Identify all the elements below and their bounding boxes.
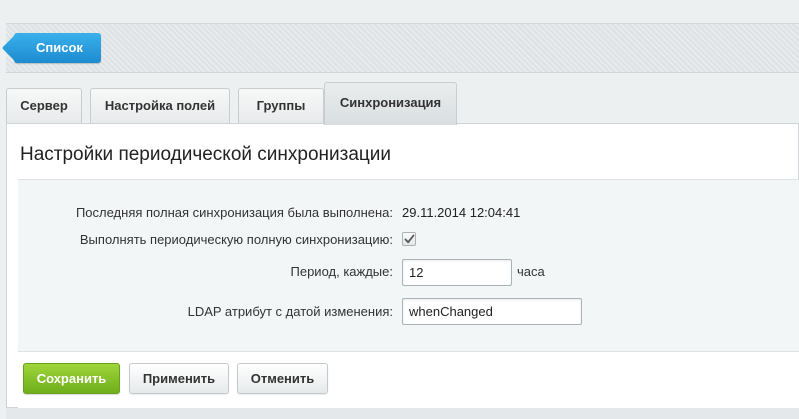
toolbar (6, 23, 799, 73)
period-unit-label: часа (517, 264, 545, 279)
periodic-sync-checkbox[interactable] (402, 232, 416, 246)
tab-server[interactable]: Сервер (6, 88, 82, 124)
save-button[interactable]: Сохранить (23, 363, 120, 394)
apply-button[interactable]: Применить (129, 363, 229, 394)
last-sync-value: 29.11.2014 12:04:41 (402, 205, 521, 220)
bottom-strip (6, 408, 799, 419)
last-sync-label: Последняя полная синхронизация была выпо… (75, 205, 393, 220)
ldap-attribute-label: LDAP атрибут с датой изменения: (187, 304, 393, 319)
cancel-button[interactable]: Отменить (237, 363, 328, 394)
checkmark-icon (404, 234, 415, 244)
period-input[interactable] (402, 259, 512, 286)
back-to-list-label: Список (36, 40, 83, 55)
periodic-sync-label: Выполнять периодическую полную синхрониз… (79, 232, 393, 247)
ldap-attribute-input[interactable] (402, 298, 582, 325)
section-title: Настройки периодической синхронизации (20, 144, 392, 165)
back-to-list-button[interactable]: Список (1, 33, 101, 63)
tab-sync[interactable]: Синхронизация (324, 82, 457, 125)
tab-groups[interactable]: Группы (238, 88, 324, 124)
period-label: Период, каждые: (290, 264, 394, 279)
tab-field-settings[interactable]: Настройка полей (90, 88, 230, 124)
